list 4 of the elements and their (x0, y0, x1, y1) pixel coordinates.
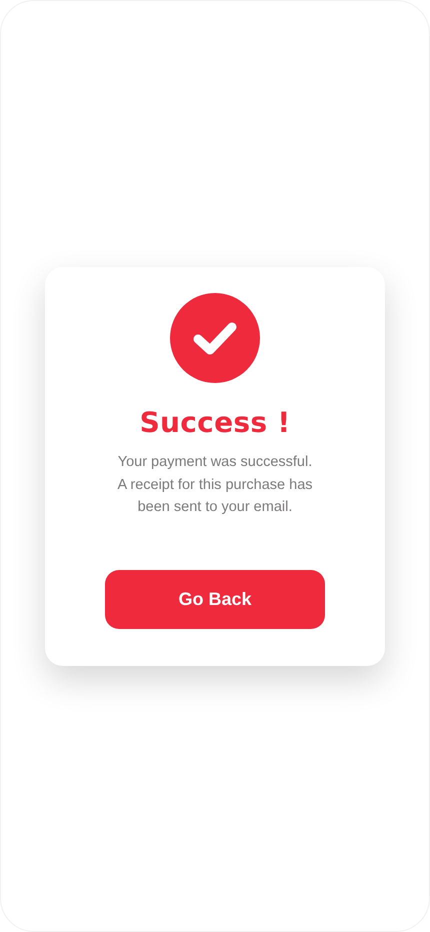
go-back-button[interactable]: Go Back (105, 570, 325, 628)
success-title: Success ! (140, 405, 290, 441)
checkmark-icon (170, 293, 260, 383)
success-message: Your payment was successful. A receipt for this purchase has been sent to your email. (117, 453, 313, 517)
